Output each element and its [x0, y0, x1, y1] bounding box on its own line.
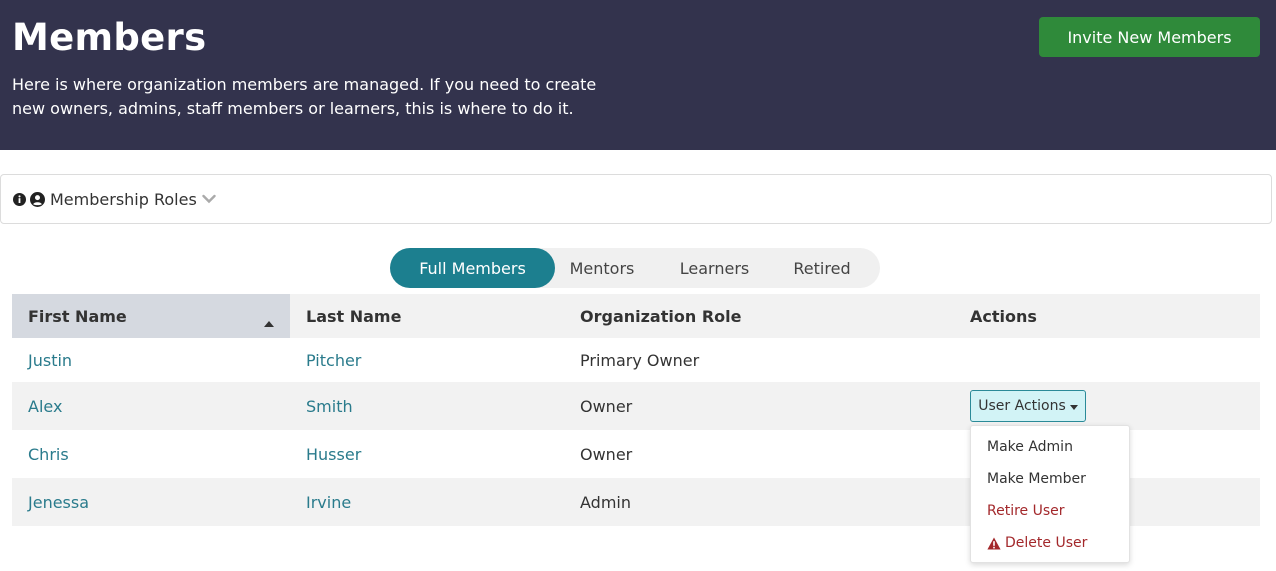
column-header-actions: Actions [970, 306, 1037, 326]
last-name-link[interactable]: Husser [306, 430, 361, 478]
page-description: Here is where organization members are m… [12, 75, 597, 118]
organization-role: Owner [580, 444, 633, 464]
table-row: Justin Pitcher Primary Owner [12, 338, 1260, 382]
last-name-link[interactable]: Pitcher [306, 338, 361, 382]
page-title: Members [12, 16, 207, 59]
table-header: First Name Last Name Organization Role A… [12, 294, 1260, 338]
tab-mentors[interactable]: Mentors [555, 248, 649, 288]
user-actions-button[interactable]: User Actions [970, 390, 1086, 422]
tab-full-members[interactable]: Full Members [390, 248, 555, 288]
first-name-link[interactable]: Alex [28, 382, 62, 430]
invite-new-members-button[interactable]: Invite New Members [1039, 17, 1260, 57]
column-header-label: First Name [28, 306, 127, 326]
column-header-first-name[interactable]: First Name [12, 294, 290, 338]
column-header-last-name[interactable]: Last Name [306, 294, 401, 338]
membership-roles-label: Membership Roles [50, 189, 197, 209]
organization-role: Primary Owner [580, 350, 700, 370]
menu-item-make-member[interactable]: Make Member [987, 468, 1086, 490]
page-header: Members Here is where organization membe… [0, 0, 1276, 150]
user-circle-icon [30, 191, 45, 207]
chevron-down-icon [202, 194, 216, 204]
sort-ascending-icon [264, 312, 274, 331]
user-actions-menu: Make Admin Make Member Retire User Delet… [970, 425, 1130, 563]
first-name-link[interactable]: Jenessa [28, 478, 89, 526]
user-actions-label: User Actions [978, 398, 1066, 414]
organization-role: Owner [580, 396, 633, 416]
column-header-organization-role[interactable]: Organization Role [580, 294, 741, 338]
tab-retired[interactable]: Retired [780, 248, 864, 288]
first-name-link[interactable]: Chris [28, 430, 69, 478]
warning-icon [987, 537, 1001, 550]
tab-learners[interactable]: Learners [649, 248, 780, 288]
organization-role: Admin [580, 492, 631, 512]
first-name-link[interactable]: Justin [28, 338, 72, 382]
menu-item-delete-user[interactable]: Delete User [987, 532, 1087, 554]
last-name-link[interactable]: Smith [306, 382, 353, 430]
info-icon [13, 192, 26, 206]
menu-item-make-admin[interactable]: Make Admin [987, 436, 1073, 458]
last-name-link[interactable]: Irvine [306, 478, 351, 526]
membership-roles-toggle[interactable]: Membership Roles [0, 174, 1272, 224]
menu-item-retire-user[interactable]: Retire User [987, 500, 1065, 522]
caret-down-icon [1069, 398, 1078, 414]
delete-user-label: Delete User [1005, 535, 1088, 551]
table-row: Alex Smith Owner User Actions [12, 382, 1260, 430]
member-tabs: Full Members Mentors Learners Retired [390, 248, 880, 288]
